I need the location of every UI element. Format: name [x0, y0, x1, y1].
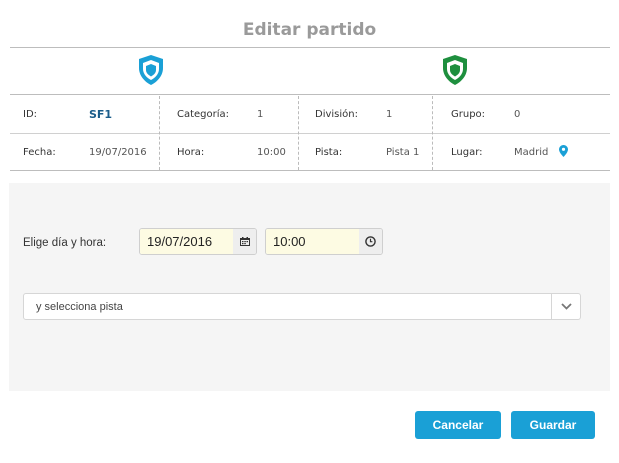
grupo-cell: Grupo: 0 [434, 96, 584, 132]
division-value: 1 [386, 109, 393, 120]
categoria-cell: Categoría: 1 [160, 96, 310, 132]
divider-info-bottom [10, 170, 610, 171]
hora-label: Hora: [177, 147, 205, 158]
column-separator-1 [159, 96, 160, 170]
away-team-shield-icon [443, 55, 467, 85]
time-picker[interactable]: 10:00 [265, 228, 383, 255]
divider-top [10, 47, 610, 48]
save-button[interactable]: Guardar [511, 411, 595, 439]
hora-cell: Hora: 10:00 [160, 134, 310, 170]
pista-label: Pista: [315, 147, 343, 158]
pista-select-toggle[interactable] [551, 294, 580, 319]
cancel-button[interactable]: Cancelar [415, 411, 501, 439]
grupo-label: Grupo: [451, 109, 486, 120]
pista-value: Pista 1 [386, 147, 420, 158]
pista-select[interactable]: y selecciona pista [23, 293, 581, 320]
division-cell: División: 1 [302, 96, 452, 132]
pista-cell: Pista: Pista 1 [302, 134, 452, 170]
id-label: ID: [23, 109, 38, 120]
fecha-label: Fecha: [23, 147, 56, 158]
match-info-row-2: Fecha: 19/07/2016 Hora: 10:00 Pista: Pis… [10, 134, 610, 170]
time-input[interactable]: 10:00 [266, 229, 360, 254]
lugar-value: Madrid [514, 147, 549, 158]
fecha-value: 19/07/2016 [89, 147, 147, 158]
categoria-label: Categoría: [177, 109, 230, 120]
pista-select-text: y selecciona pista [36, 301, 123, 313]
date-picker[interactable]: 19/07/2016 [139, 228, 257, 255]
lugar-cell: Lugar: Madrid [434, 134, 584, 170]
pick-date-time-label: Elige día y hora: [23, 237, 107, 249]
calendar-icon [239, 237, 250, 246]
location-pin-icon[interactable] [559, 145, 568, 157]
home-team-shield-icon [139, 55, 163, 85]
chevron-down-icon [560, 303, 572, 310]
column-separator-3 [432, 96, 433, 170]
clock-icon [365, 236, 376, 247]
division-label: División: [315, 109, 358, 120]
date-input[interactable]: 19/07/2016 [140, 229, 234, 254]
id-cell: ID: SF1 [10, 96, 160, 132]
categoria-value: 1 [257, 109, 264, 120]
lugar-label: Lugar: [451, 147, 483, 158]
edit-panel: Elige día y hora: 19/07/2016 10:00 y sel… [9, 183, 610, 391]
clock-button[interactable] [359, 229, 382, 254]
calendar-button[interactable] [233, 229, 256, 254]
hora-value: 10:00 [257, 147, 286, 158]
match-info-row-1: ID: SF1 Categoría: 1 División: 1 Grupo: … [10, 96, 610, 132]
id-value: SF1 [89, 108, 113, 121]
column-separator-2 [298, 96, 299, 170]
divider-shields [10, 94, 610, 95]
dialog-title: Editar partido [242, 20, 377, 40]
grupo-value: 0 [514, 109, 521, 120]
fecha-cell: Fecha: 19/07/2016 [10, 134, 160, 170]
